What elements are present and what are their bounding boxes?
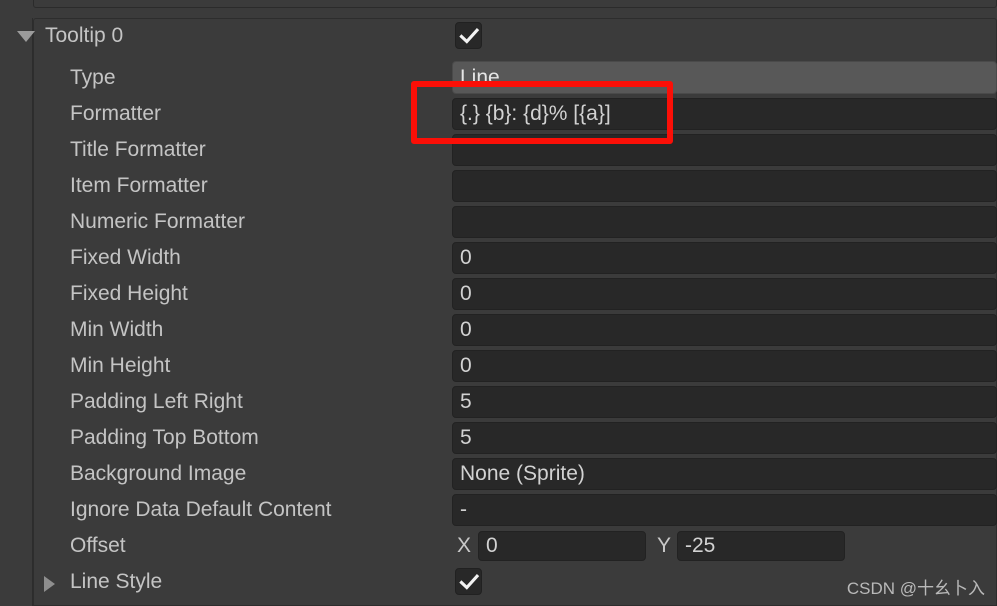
property-row-type: Type Line <box>0 60 997 96</box>
offset-x-input[interactable]: 0 <box>478 531 646 561</box>
row-label-fixed-height: Fixed Height <box>70 282 188 305</box>
property-row-padding-top-bottom: Padding Top Bottom 5 <box>0 420 997 456</box>
min-height-input[interactable]: 0 <box>452 350 997 382</box>
page-title: Tooltip 0 <box>45 24 124 47</box>
row-label-padding-top-bottom: Padding Top Bottom <box>70 426 259 449</box>
property-row-title-formatter: Title Formatter <box>0 132 997 168</box>
checkmark-icon <box>459 574 480 590</box>
property-row-ignore-data-default-content: Ignore Data Default Content - <box>0 492 997 528</box>
property-row-offset: Offset X 0 Y -25 <box>0 528 997 564</box>
fixed-width-input[interactable]: 0 <box>452 242 997 274</box>
property-row-padding-left-right: Padding Left Right 5 <box>0 384 997 420</box>
numeric-formatter-input[interactable] <box>452 206 997 238</box>
property-row-fixed-height: Fixed Height 0 <box>0 276 997 312</box>
triangle-down-icon[interactable] <box>17 31 35 42</box>
padding-top-bottom-input[interactable]: 5 <box>452 422 997 454</box>
property-row-background-image: Background Image None (Sprite) <box>0 456 997 492</box>
item-formatter-input[interactable] <box>452 170 997 202</box>
previous-element-panel-stub <box>33 0 997 8</box>
tooltip-enabled-checkbox[interactable] <box>455 22 482 49</box>
type-dropdown[interactable]: Line <box>452 61 997 94</box>
row-label-title-formatter: Title Formatter <box>70 138 206 161</box>
ignore-data-default-content-input[interactable]: - <box>452 494 997 526</box>
offset-y-label: Y <box>657 534 672 557</box>
row-label-ignore-data-default-content: Ignore Data Default Content <box>70 498 332 521</box>
row-label-offset: Offset <box>70 534 126 557</box>
title-formatter-input[interactable] <box>452 134 997 166</box>
property-row-min-height: Min Height 0 <box>0 348 997 384</box>
padding-left-right-input[interactable]: 5 <box>452 386 997 418</box>
row-label-numeric-formatter: Numeric Formatter <box>70 210 246 233</box>
row-label-min-width: Min Width <box>70 318 164 341</box>
checkmark-icon <box>459 28 480 44</box>
row-label-fixed-width: Fixed Width <box>70 246 181 269</box>
property-row-item-formatter: Item Formatter <box>0 168 997 204</box>
property-row-numeric-formatter: Numeric Formatter <box>0 204 997 240</box>
background-image-object-field[interactable]: None (Sprite) <box>452 458 997 490</box>
row-label-line-style: Line Style <box>70 570 163 593</box>
row-label-formatter: Formatter <box>70 102 162 125</box>
formatter-input[interactable]: {.} {b}: {d}% [{a}] <box>452 98 997 130</box>
property-row-min-width: Min Width 0 <box>0 312 997 348</box>
row-label-padding-left-right: Padding Left Right <box>70 390 243 413</box>
min-width-input[interactable]: 0 <box>452 314 997 346</box>
row-label-type: Type <box>70 66 116 89</box>
triangle-right-icon[interactable] <box>44 576 55 592</box>
line-style-enabled-checkbox[interactable] <box>455 568 482 595</box>
offset-y-input[interactable]: -25 <box>677 531 845 561</box>
tooltip-header-row[interactable]: Tooltip 0 <box>0 18 997 54</box>
row-label-min-height: Min Height <box>70 354 171 377</box>
property-row-fixed-width: Fixed Width 0 <box>0 240 997 276</box>
inspector-panel: Tooltip 0 Type Line Formatter {.} {b}: {… <box>0 0 997 606</box>
fixed-height-input[interactable]: 0 <box>452 278 997 310</box>
row-label-item-formatter: Item Formatter <box>70 174 208 197</box>
row-label-background-image: Background Image <box>70 462 247 485</box>
property-row-formatter: Formatter {.} {b}: {d}% [{a}] <box>0 96 997 132</box>
offset-x-label: X <box>457 534 472 557</box>
watermark-text: CSDN @十幺卜入 <box>846 579 985 598</box>
